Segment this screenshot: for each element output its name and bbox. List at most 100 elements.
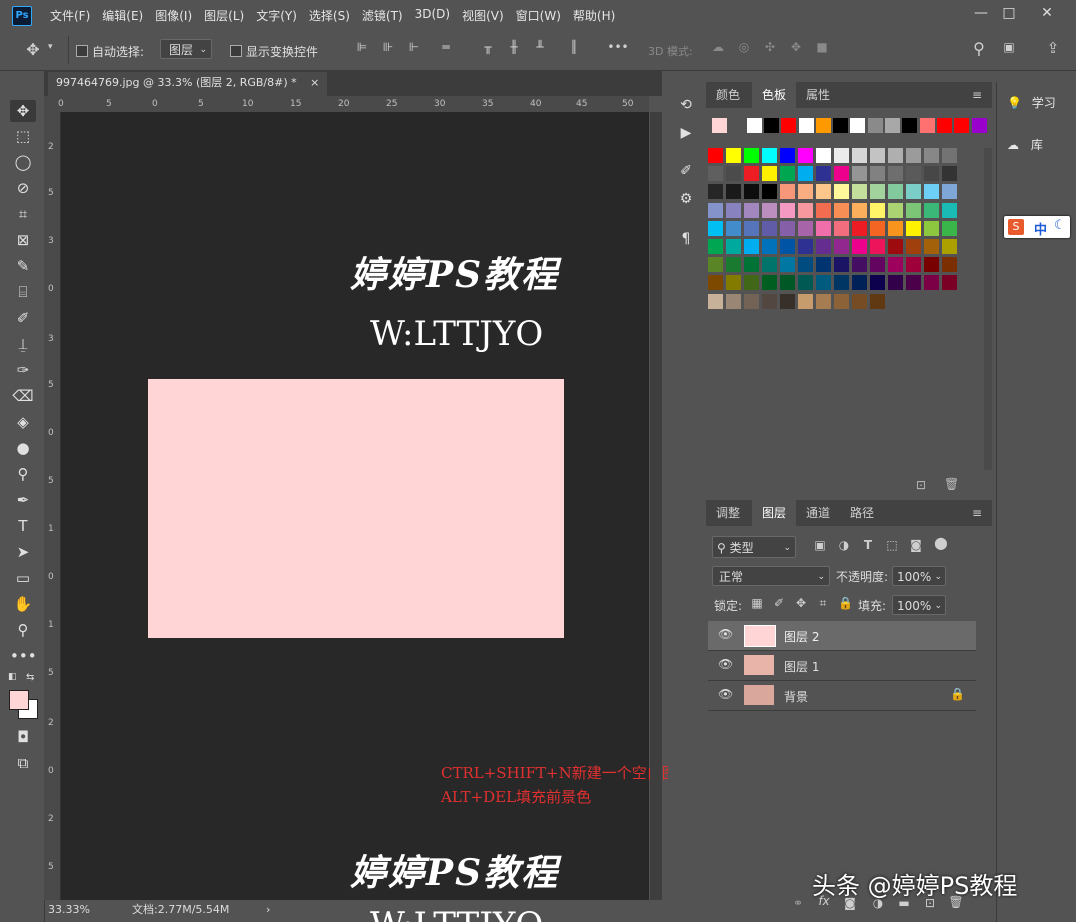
color-swatch[interactable]: [834, 275, 849, 291]
tab-layers[interactable]: 图层: [752, 500, 797, 526]
color-swatch[interactable]: [870, 166, 885, 182]
color-swatch[interactable]: [870, 293, 885, 309]
menu-filter[interactable]: 滤镜(T): [356, 7, 409, 24]
color-swatch[interactable]: [942, 220, 957, 236]
swatches-scrollbar[interactable]: [984, 148, 992, 470]
color-swatch[interactable]: [780, 293, 795, 309]
color-swatch[interactable]: [744, 275, 759, 291]
fill-field[interactable]: 100% ⌄: [892, 595, 946, 615]
color-swatch[interactable]: [906, 257, 921, 273]
rectangle-tool-icon[interactable]: ▭: [10, 567, 36, 589]
color-swatch[interactable]: [744, 148, 759, 163]
color-swatch[interactable]: [708, 257, 723, 273]
color-swatch[interactable]: [708, 275, 723, 291]
color-swatch[interactable]: [852, 239, 867, 254]
hand-tool-icon[interactable]: ✋: [10, 593, 36, 615]
color-swatch[interactable]: [906, 239, 921, 254]
panel-menu-icon[interactable]: ≡: [972, 88, 982, 102]
menu-file[interactable]: 文件(F): [44, 7, 96, 24]
color-swatch[interactable]: [924, 275, 939, 291]
frame-tool-icon[interactable]: ⊠: [10, 229, 36, 251]
tab-properties[interactable]: 属性: [796, 82, 840, 108]
brush-tool-icon[interactable]: ✐: [10, 307, 36, 329]
color-swatch[interactable]: [744, 202, 759, 218]
color-swatch[interactable]: [744, 293, 759, 309]
color-swatch[interactable]: [798, 220, 813, 236]
color-swatch[interactable]: [708, 293, 723, 309]
visibility-eye-icon[interactable]: 👁: [718, 657, 733, 671]
visibility-eye-icon[interactable]: 👁: [718, 687, 733, 701]
recent-swatch[interactable]: [781, 118, 797, 133]
marquee-tool-icon[interactable]: ⬚: [10, 125, 36, 147]
color-swatch[interactable]: [924, 220, 939, 236]
color-swatch[interactable]: [726, 148, 741, 163]
clone-stamp-tool-icon[interactable]: ⍊: [10, 333, 36, 355]
color-swatch[interactable]: [834, 202, 849, 218]
zoom-tool-icon[interactable]: ⚲: [10, 619, 36, 641]
color-swatch[interactable]: [942, 148, 957, 163]
color-swatch[interactable]: [888, 148, 903, 163]
tab-paths[interactable]: 路径: [840, 500, 884, 526]
color-swatch[interactable]: [762, 184, 777, 200]
swap-colors-icon[interactable]: ⇆: [26, 672, 34, 683]
color-swatch[interactable]: [708, 239, 723, 254]
recent-swatch[interactable]: [712, 118, 727, 133]
color-swatch[interactable]: [726, 184, 741, 200]
color-swatch[interactable]: [906, 184, 921, 200]
distribute-bottom-icon[interactable]: ╨: [530, 40, 550, 54]
color-swatch[interactable]: [780, 148, 795, 163]
color-swatch[interactable]: [726, 257, 741, 273]
recent-swatch[interactable]: [936, 118, 952, 133]
recent-swatch[interactable]: [815, 118, 831, 133]
show-transform-checkbox[interactable]: [230, 43, 242, 57]
color-swatch[interactable]: [816, 239, 831, 254]
foreground-color-swatch[interactable]: [9, 690, 29, 710]
color-swatch[interactable]: [870, 202, 885, 218]
color-swatch[interactable]: [708, 184, 723, 200]
color-swatch[interactable]: [852, 257, 867, 273]
color-swatch[interactable]: [834, 257, 849, 273]
recent-swatch[interactable]: [919, 118, 935, 133]
color-swatch[interactable]: [816, 275, 831, 291]
color-swatch[interactable]: [816, 184, 831, 200]
move-tool-icon[interactable]: ✥: [10, 100, 36, 122]
filled-rectangle[interactable]: [148, 379, 564, 638]
color-swatch[interactable]: [888, 202, 903, 218]
tab-swatches[interactable]: 色板: [752, 82, 797, 108]
color-swatch[interactable]: [762, 166, 777, 182]
recent-swatch[interactable]: [798, 118, 814, 133]
eyedropper-tool-icon[interactable]: ✎: [10, 255, 36, 277]
status-menu-arrow-icon[interactable]: ›: [266, 900, 270, 920]
tool-preset-chevron-icon[interactable]: ▾: [48, 42, 53, 52]
color-swatch[interactable]: [798, 148, 813, 163]
type-tool-icon[interactable]: T: [10, 515, 36, 537]
color-swatch[interactable]: [816, 148, 831, 163]
visibility-eye-icon[interactable]: 👁: [718, 627, 733, 641]
color-swatch[interactable]: [816, 220, 831, 236]
color-swatch[interactable]: [726, 293, 741, 309]
recent-swatch[interactable]: [867, 118, 883, 133]
color-swatch[interactable]: [942, 202, 957, 218]
color-swatch[interactable]: [906, 202, 921, 218]
color-swatch[interactable]: [852, 184, 867, 200]
edit-toolbar-icon[interactable]: •••: [10, 645, 37, 667]
delete-swatch-icon[interactable]: 🗑: [944, 477, 959, 491]
color-swatch[interactable]: [852, 293, 867, 309]
color-swatch[interactable]: [726, 166, 741, 182]
color-swatch[interactable]: [762, 220, 777, 236]
color-swatch[interactable]: [852, 275, 867, 291]
align-right-icon[interactable]: ⊩: [404, 40, 424, 54]
3d-slide-icon[interactable]: ✥: [786, 40, 806, 54]
auto-select-checkbox[interactable]: [76, 43, 88, 57]
color-swatch[interactable]: [744, 220, 759, 236]
color-swatch[interactable]: [726, 275, 741, 291]
menu-type[interactable]: 文字(Y): [250, 7, 303, 24]
color-swatch[interactable]: [798, 275, 813, 291]
color-swatch[interactable]: [870, 220, 885, 236]
color-swatch[interactable]: [798, 239, 813, 254]
lock-position-icon[interactable]: ✥: [794, 596, 808, 610]
layer-row-layer1[interactable]: 👁 图层 1: [708, 651, 976, 681]
recent-swatch[interactable]: [885, 118, 900, 133]
lock-all-icon[interactable]: 🔒: [838, 596, 853, 610]
brush-settings-icon[interactable]: ✐: [672, 158, 700, 184]
